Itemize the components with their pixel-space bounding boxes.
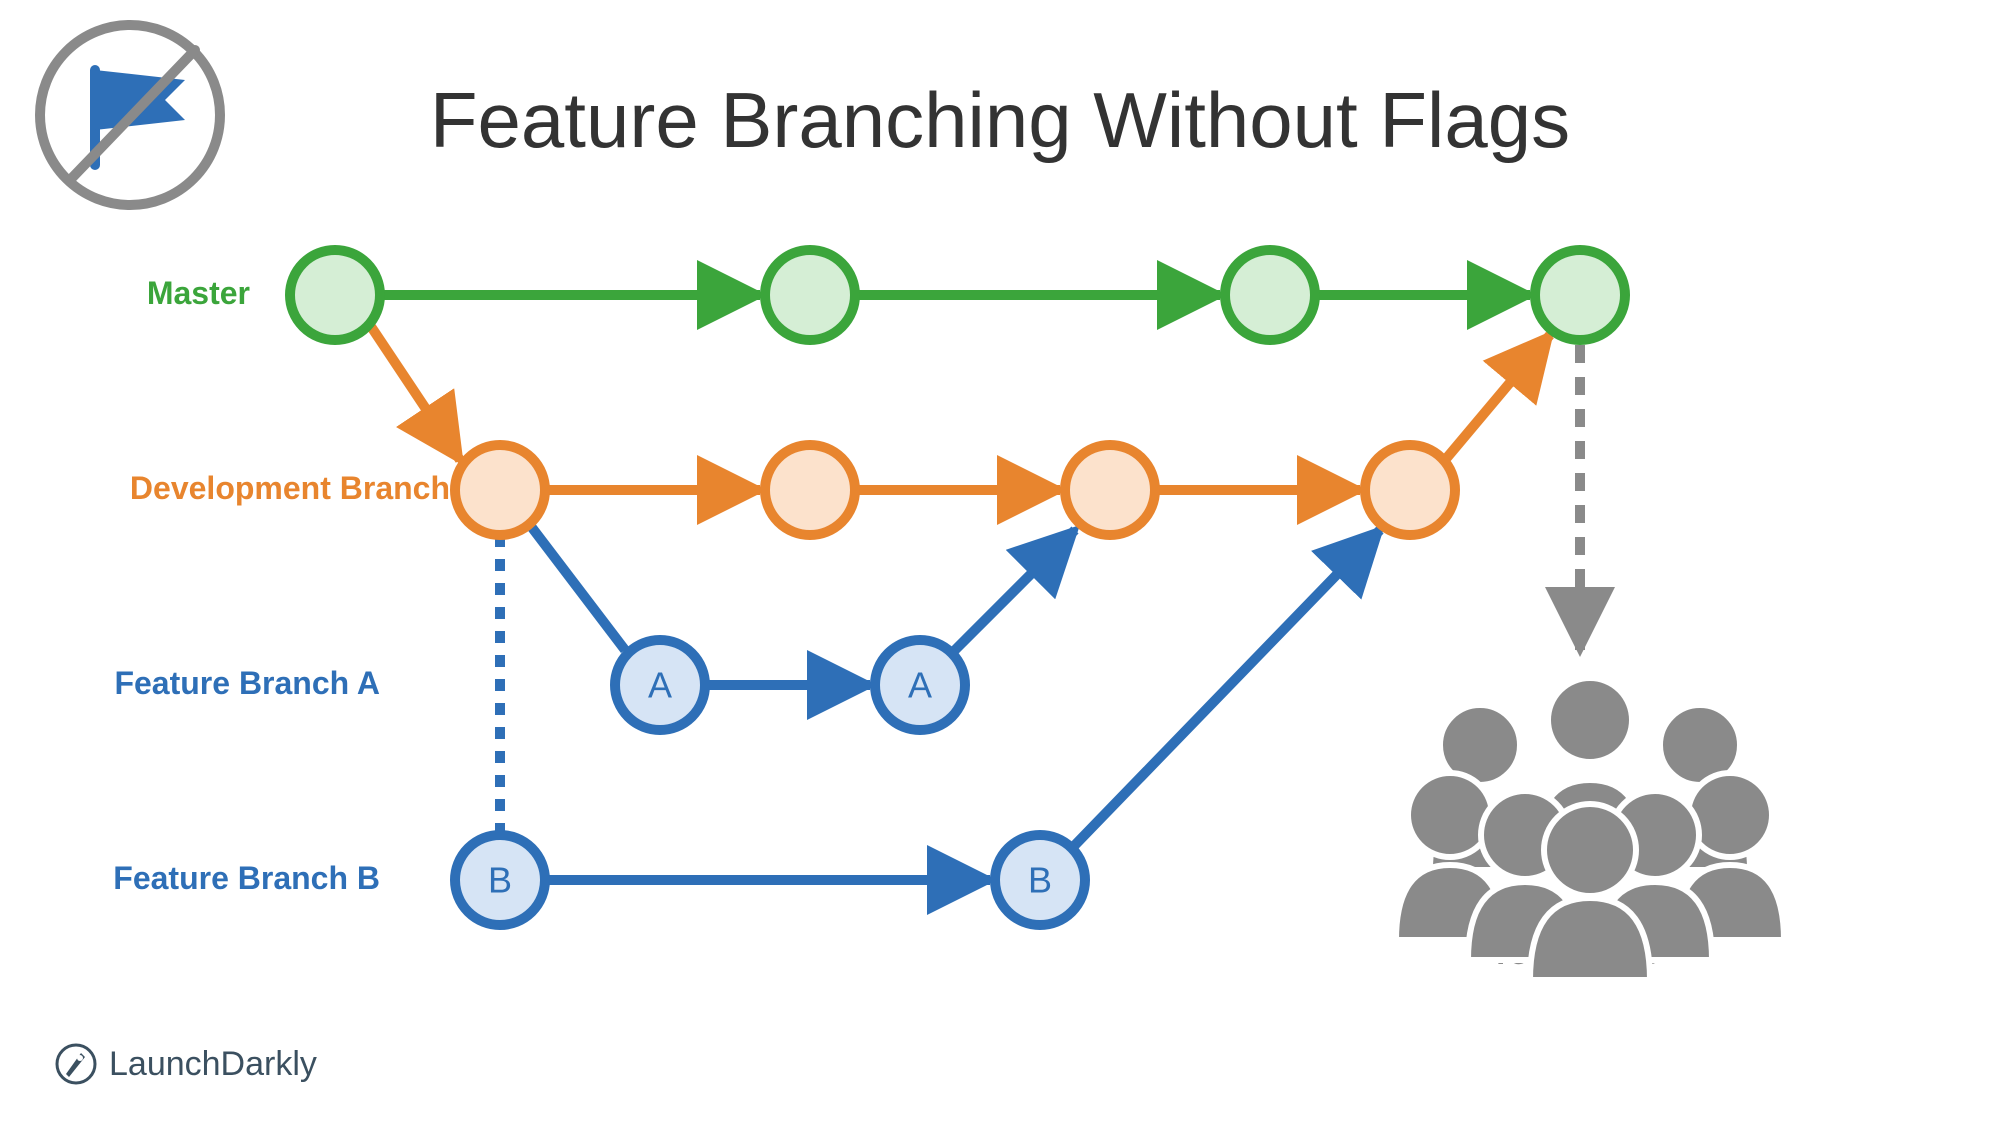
no-flag-icon xyxy=(40,25,220,205)
branch-diagram: A A B B xyxy=(0,0,2000,1125)
dev-commit xyxy=(765,445,855,535)
master-commit xyxy=(1535,250,1625,340)
edge-master-to-dev xyxy=(370,325,460,460)
rocket-icon xyxy=(55,1043,97,1085)
svg-text:A: A xyxy=(908,665,932,706)
svg-text:B: B xyxy=(488,860,512,901)
master-commit xyxy=(765,250,855,340)
edge-dev-to-feat-a xyxy=(530,525,625,650)
dev-commit xyxy=(1065,445,1155,535)
dev-commit xyxy=(1365,445,1455,535)
svg-text:B: B xyxy=(1028,860,1052,901)
master-commit xyxy=(1225,250,1315,340)
brand-logo: LaunchDarkly xyxy=(55,1043,317,1085)
feat-b-commit: B xyxy=(995,835,1085,925)
feat-b-commit: B xyxy=(455,835,545,925)
svg-text:A: A xyxy=(648,665,672,706)
brand-name: LaunchDarkly xyxy=(109,1045,317,1084)
edge-feat-a-to-dev xyxy=(955,530,1075,650)
master-commit xyxy=(290,250,380,340)
users-icon xyxy=(1396,678,1784,980)
feat-a-commit: A xyxy=(615,640,705,730)
feat-a-commit: A xyxy=(875,640,965,730)
edge-feat-b-to-dev xyxy=(1075,530,1380,845)
edge-dev-to-master xyxy=(1445,335,1550,460)
dev-commit xyxy=(455,445,545,535)
